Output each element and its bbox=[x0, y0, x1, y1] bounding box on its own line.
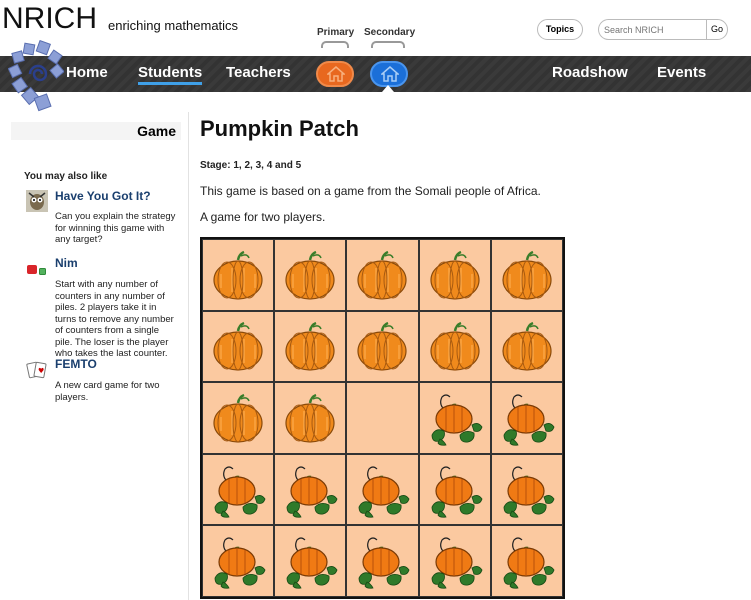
pumpkin-icon bbox=[502, 322, 552, 371]
pumpkin-with-leaves-icon bbox=[431, 537, 483, 589]
pumpkin-icon bbox=[213, 322, 263, 371]
board-cell[interactable] bbox=[418, 310, 491, 383]
board-cell[interactable] bbox=[202, 382, 275, 454]
pumpkin-icon bbox=[357, 250, 408, 300]
audience-primary-label[interactable]: Primary bbox=[317, 27, 354, 38]
related-title-nim[interactable]: Nim bbox=[55, 256, 78, 270]
sidebar-divider bbox=[188, 112, 189, 600]
house-icon bbox=[381, 66, 399, 82]
board-cell[interactable] bbox=[274, 525, 347, 597]
pumpkin-icon bbox=[285, 250, 335, 300]
pumpkin-icon bbox=[213, 393, 263, 443]
pumpkin-icon bbox=[502, 250, 552, 300]
pumpkin-board bbox=[200, 237, 565, 599]
site-tagline: enriching mathematics bbox=[108, 18, 239, 33]
owl-icon[interactable] bbox=[26, 190, 48, 212]
pumpkin-with-leaves-icon bbox=[214, 537, 266, 589]
board-cell[interactable] bbox=[490, 310, 563, 383]
pumpkin-with-leaves-icon bbox=[503, 394, 555, 446]
board-cell[interactable] bbox=[202, 239, 275, 311]
related-desc-nim: Start with any number of counters in any… bbox=[55, 279, 174, 359]
board-cell[interactable] bbox=[346, 310, 419, 383]
secondary-bracket bbox=[371, 41, 405, 48]
primary-home-button[interactable] bbox=[316, 61, 354, 87]
sidebar-heading: Game bbox=[11, 122, 181, 140]
pumpkin-with-leaves-icon bbox=[503, 465, 555, 518]
pumpkin-with-leaves-icon bbox=[431, 394, 483, 446]
pumpkin-icon bbox=[285, 322, 335, 371]
audience-secondary-label[interactable]: Secondary bbox=[364, 27, 415, 38]
related-title-femto[interactable]: FEMTO bbox=[55, 357, 97, 371]
pumpkin-icon bbox=[357, 322, 408, 371]
house-icon bbox=[327, 66, 345, 82]
intro-paragraph: This game is based on a game from the So… bbox=[200, 184, 541, 198]
secondary-pointer bbox=[382, 85, 394, 92]
board-cell[interactable] bbox=[202, 525, 275, 597]
pumpkin-with-leaves-icon bbox=[286, 537, 338, 589]
pumpkin-with-leaves-icon bbox=[359, 465, 410, 518]
counters-icon[interactable] bbox=[26, 260, 48, 282]
main-navbar: Home Students Teachers Roadshow Events bbox=[0, 56, 751, 92]
pumpkin-with-leaves-icon bbox=[503, 537, 555, 589]
board-cell[interactable] bbox=[418, 525, 491, 597]
board-cell[interactable] bbox=[346, 525, 419, 597]
nrich-spiral-logo-icon[interactable] bbox=[8, 40, 64, 112]
board-cell[interactable] bbox=[346, 453, 419, 526]
svg-text:♥: ♥ bbox=[38, 367, 44, 375]
related-desc-have-you-got-it: Can you explain the strategy for winning… bbox=[55, 211, 176, 245]
nav-students[interactable]: Students bbox=[138, 64, 203, 85]
board-cell[interactable] bbox=[346, 239, 419, 311]
board-cell[interactable] bbox=[274, 453, 347, 526]
pumpkin-icon bbox=[213, 250, 263, 300]
board-cell[interactable] bbox=[274, 310, 347, 383]
board-cell[interactable] bbox=[490, 382, 563, 454]
players-paragraph: A game for two players. bbox=[200, 210, 326, 224]
board-cell[interactable] bbox=[418, 453, 491, 526]
search-input[interactable] bbox=[598, 19, 708, 40]
pumpkin-icon bbox=[430, 250, 480, 300]
board-cell[interactable] bbox=[202, 453, 275, 526]
board-cell[interactable] bbox=[490, 525, 563, 597]
related-desc-femto: A new card game for two players. bbox=[55, 380, 160, 403]
pumpkin-icon bbox=[285, 393, 335, 443]
nav-events[interactable]: Events bbox=[657, 64, 706, 81]
search-go-button[interactable]: Go bbox=[706, 19, 728, 40]
also-like-heading: You may also like bbox=[24, 171, 108, 182]
board-cell[interactable] bbox=[202, 310, 275, 383]
board-cell[interactable] bbox=[346, 382, 419, 454]
pumpkin-with-leaves-icon bbox=[286, 465, 338, 518]
related-title-have-you-got-it[interactable]: Have You Got It? bbox=[55, 189, 151, 203]
pumpkin-with-leaves-icon bbox=[359, 537, 410, 589]
board-cell[interactable] bbox=[274, 382, 347, 454]
page-title: Pumpkin Patch bbox=[200, 116, 359, 141]
topics-button[interactable]: Topics bbox=[537, 19, 583, 40]
pumpkin-icon bbox=[430, 322, 480, 371]
board-cell[interactable] bbox=[490, 453, 563, 526]
board-cell[interactable] bbox=[418, 239, 491, 311]
board-cell[interactable] bbox=[274, 239, 347, 311]
primary-bracket bbox=[321, 41, 349, 48]
nav-roadshow[interactable]: Roadshow bbox=[552, 64, 628, 81]
site-logo-text[interactable]: NRICH bbox=[2, 2, 97, 36]
pumpkin-with-leaves-icon bbox=[214, 465, 266, 518]
cards-icon[interactable]: ♥ bbox=[26, 359, 48, 381]
stage-info: Stage: 1, 2, 3, 4 and 5 bbox=[200, 160, 302, 171]
secondary-home-button[interactable] bbox=[370, 61, 408, 87]
nav-teachers[interactable]: Teachers bbox=[226, 64, 291, 81]
nav-home[interactable]: Home bbox=[66, 64, 108, 81]
board-cell[interactable] bbox=[418, 382, 491, 454]
board-cell[interactable] bbox=[490, 239, 563, 311]
pumpkin-with-leaves-icon bbox=[431, 465, 483, 518]
